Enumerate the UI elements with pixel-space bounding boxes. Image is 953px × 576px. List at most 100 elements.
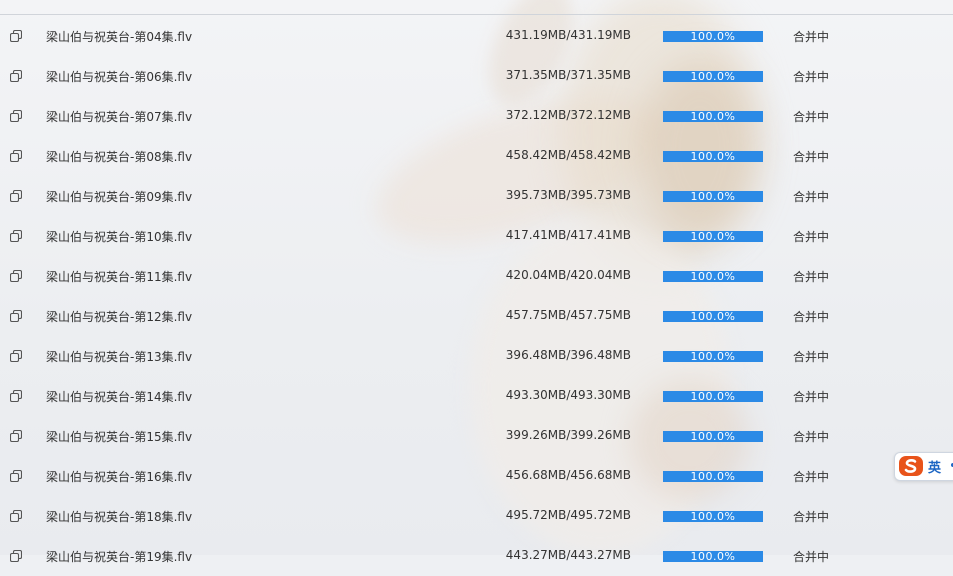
progress-bar: 100.0%: [663, 231, 763, 242]
download-row[interactable]: 梁山伯与祝英台-第15集.flv 399.26MB/399.26MB 100.0…: [0, 416, 953, 456]
file-size: 372.12MB/372.12MB: [505, 108, 631, 122]
file-name: 梁山伯与祝英台-第18集.flv: [46, 510, 193, 524]
download-row[interactable]: 梁山伯与祝英台-第09集.flv 395.73MB/395.73MB 100.0…: [0, 176, 953, 216]
status-text: 合并中: [793, 510, 830, 524]
progress-bar: 100.0%: [663, 471, 763, 482]
status-text: 合并中: [793, 390, 830, 404]
progress-bar: 100.0%: [663, 271, 763, 282]
file-size: 417.41MB/417.41MB: [505, 228, 631, 242]
progress-text: 100.0%: [690, 311, 736, 322]
ime-mode-label[interactable]: 英: [928, 457, 941, 476]
file-name: 梁山伯与祝英台-第09集.flv: [46, 190, 193, 204]
progress-text: 100.0%: [690, 431, 736, 442]
file-copy-icon[interactable]: [10, 390, 22, 402]
progress-bar: 100.0%: [663, 431, 763, 442]
file-copy-icon[interactable]: [10, 150, 22, 162]
download-row[interactable]: 梁山伯与祝英台-第16集.flv 456.68MB/456.68MB 100.0…: [0, 456, 953, 496]
progress-text: 100.0%: [690, 71, 736, 82]
status-text: 合并中: [793, 350, 830, 364]
progress-bar: 100.0%: [663, 111, 763, 122]
progress-text: 100.0%: [690, 511, 736, 522]
file-size: 458.42MB/458.42MB: [505, 148, 631, 162]
file-name: 梁山伯与祝英台-第08集.flv: [46, 150, 193, 164]
progress-text: 100.0%: [690, 351, 736, 362]
file-name: 梁山伯与祝英台-第19集.flv: [46, 550, 193, 564]
download-row[interactable]: 梁山伯与祝英台-第08集.flv 458.42MB/458.42MB 100.0…: [0, 136, 953, 176]
download-row[interactable]: 梁山伯与祝英台-第13集.flv 396.48MB/396.48MB 100.0…: [0, 336, 953, 376]
ime-status-bar[interactable]: 英: [894, 452, 953, 481]
file-size: 495.72MB/495.72MB: [505, 508, 631, 522]
status-text: 合并中: [793, 430, 830, 444]
file-copy-icon[interactable]: [10, 270, 22, 282]
progress-text: 100.0%: [690, 111, 736, 122]
download-row[interactable]: 梁山伯与祝英台-第07集.flv 372.12MB/372.12MB 100.0…: [0, 96, 953, 136]
file-copy-icon[interactable]: [10, 550, 22, 562]
file-size: 420.04MB/420.04MB: [505, 268, 631, 282]
file-copy-icon[interactable]: [10, 430, 22, 442]
progress-text: 100.0%: [690, 391, 736, 402]
file-name: 梁山伯与祝英台-第15集.flv: [46, 430, 193, 444]
file-copy-icon[interactable]: [10, 30, 22, 42]
download-list: 梁山伯与祝英台-第04集.flv 431.19MB/431.19MB 100.0…: [0, 16, 953, 576]
list-header-divider: [0, 14, 953, 15]
progress-bar: 100.0%: [663, 551, 763, 562]
progress-bar: 100.0%: [663, 71, 763, 82]
progress-bar: 100.0%: [663, 31, 763, 42]
progress-bar: 100.0%: [663, 351, 763, 362]
status-text: 合并中: [793, 230, 830, 244]
download-row[interactable]: 梁山伯与祝英台-第11集.flv 420.04MB/420.04MB 100.0…: [0, 256, 953, 296]
file-name: 梁山伯与祝英台-第12集.flv: [46, 310, 193, 324]
file-size: 457.75MB/457.75MB: [505, 308, 631, 322]
download-row[interactable]: 梁山伯与祝英台-第19集.flv 443.27MB/443.27MB 100.0…: [0, 536, 953, 576]
status-text: 合并中: [793, 110, 830, 124]
file-size: 399.26MB/399.26MB: [505, 428, 631, 442]
file-copy-icon[interactable]: [10, 310, 22, 322]
download-row[interactable]: 梁山伯与祝英台-第14集.flv 493.30MB/493.30MB 100.0…: [0, 376, 953, 416]
progress-text: 100.0%: [690, 191, 736, 202]
progress-bar: 100.0%: [663, 311, 763, 322]
status-text: 合并中: [793, 70, 830, 84]
file-name: 梁山伯与祝英台-第14集.flv: [46, 390, 193, 404]
download-row[interactable]: 梁山伯与祝英台-第06集.flv 371.35MB/371.35MB 100.0…: [0, 56, 953, 96]
file-copy-icon[interactable]: [10, 350, 22, 362]
file-copy-icon[interactable]: [10, 230, 22, 242]
file-name: 梁山伯与祝英台-第11集.flv: [46, 270, 193, 284]
download-row[interactable]: 梁山伯与祝英台-第12集.flv 457.75MB/457.75MB 100.0…: [0, 296, 953, 336]
file-name: 梁山伯与祝英台-第04集.flv: [46, 30, 193, 44]
file-name: 梁山伯与祝英台-第16集.flv: [46, 470, 193, 484]
progress-text: 100.0%: [690, 551, 736, 562]
file-copy-icon[interactable]: [10, 510, 22, 522]
progress-text: 100.0%: [690, 151, 736, 162]
progress-text: 100.0%: [690, 271, 736, 282]
sogou-ime-logo-icon: [899, 456, 923, 476]
file-copy-icon[interactable]: [10, 190, 22, 202]
status-text: 合并中: [793, 150, 830, 164]
file-size: 456.68MB/456.68MB: [505, 468, 631, 482]
status-text: 合并中: [793, 550, 830, 564]
file-size: 371.35MB/371.35MB: [505, 68, 631, 82]
download-row[interactable]: 梁山伯与祝英台-第04集.flv 431.19MB/431.19MB 100.0…: [0, 16, 953, 56]
file-copy-icon[interactable]: [10, 70, 22, 82]
file-size: 493.30MB/493.30MB: [505, 388, 631, 402]
progress-text: 100.0%: [690, 471, 736, 482]
file-name: 梁山伯与祝英台-第13集.flv: [46, 350, 193, 364]
progress-bar: 100.0%: [663, 191, 763, 202]
status-text: 合并中: [793, 270, 830, 284]
download-row[interactable]: 梁山伯与祝英台-第18集.flv 495.72MB/495.72MB 100.0…: [0, 496, 953, 536]
file-size: 443.27MB/443.27MB: [505, 548, 631, 562]
file-size: 395.73MB/395.73MB: [505, 188, 631, 202]
file-size: 431.19MB/431.19MB: [505, 28, 631, 42]
progress-bar: 100.0%: [663, 511, 763, 522]
file-copy-icon[interactable]: [10, 470, 22, 482]
status-text: 合并中: [793, 30, 830, 44]
download-row[interactable]: 梁山伯与祝英台-第10集.flv 417.41MB/417.41MB 100.0…: [0, 216, 953, 256]
file-name: 梁山伯与祝英台-第06集.flv: [46, 70, 193, 84]
file-copy-icon[interactable]: [10, 110, 22, 122]
status-text: 合并中: [793, 310, 830, 324]
progress-text: 100.0%: [690, 231, 736, 242]
progress-bar: 100.0%: [663, 391, 763, 402]
progress-bar: 100.0%: [663, 151, 763, 162]
status-text: 合并中: [793, 190, 830, 204]
file-size: 396.48MB/396.48MB: [505, 348, 631, 362]
progress-text: 100.0%: [690, 31, 736, 42]
